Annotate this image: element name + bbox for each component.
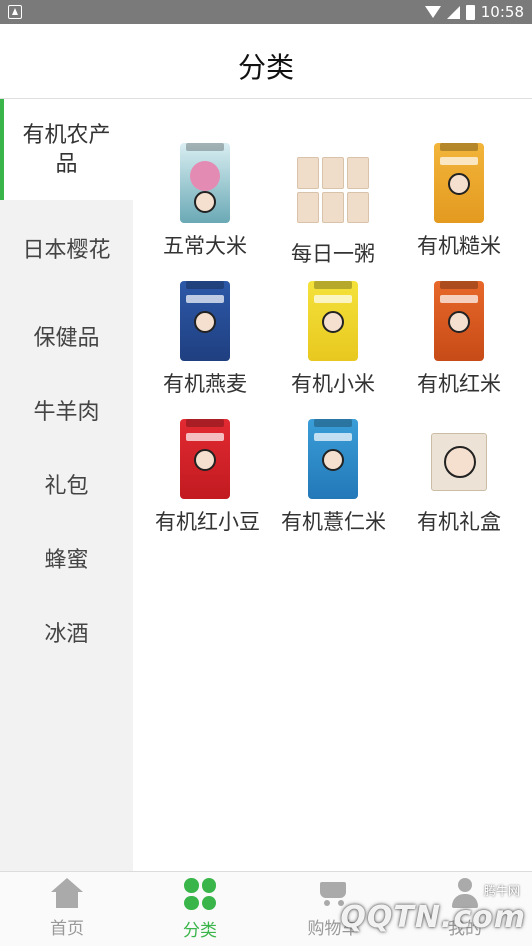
sidebar-item-sakura[interactable]: 日本樱花: [0, 200, 133, 301]
sidebar-item-label: 日本樱花: [22, 238, 111, 263]
tab-label: 我的: [448, 919, 482, 939]
product-item[interactable]: 有机红小豆: [143, 419, 267, 536]
sidebar-item-label: 蜂蜜: [44, 547, 89, 573]
user-icon: [449, 878, 481, 908]
wifi-icon: [424, 6, 441, 18]
cart-icon: [316, 878, 350, 908]
product-name: 有机燕麦: [163, 372, 247, 396]
product-name: 有机红米: [417, 372, 501, 396]
sidebar-item-icewine[interactable]: 冰酒: [0, 597, 133, 671]
tab-label: 购物车: [307, 919, 359, 939]
product-item[interactable]: 有机糙米: [397, 143, 521, 260]
product-image: [434, 143, 484, 223]
tab-home[interactable]: 首页: [22, 878, 112, 939]
sidebar-item-gift[interactable]: 礼包: [0, 449, 133, 523]
product-name: 有机小米: [291, 372, 375, 396]
product-image: [297, 157, 369, 223]
home-icon: [51, 878, 83, 908]
tab-label: 首页: [50, 919, 84, 939]
product-image: [308, 419, 358, 499]
sidebar-item-honey[interactable]: 蜂蜜: [0, 523, 133, 597]
bottom-tab-bar: 首页 分类 购物车 我的: [0, 871, 532, 946]
product-item[interactable]: 五常大米: [143, 143, 267, 260]
status-icons: 10:58: [424, 3, 524, 21]
product-item[interactable]: 有机小米: [271, 281, 395, 398]
notification-icon: [8, 5, 22, 19]
category-grid-icon: [184, 878, 216, 910]
title-bar: 分类: [0, 24, 532, 99]
product-image: [180, 143, 230, 223]
tab-cart[interactable]: 购物车: [288, 878, 378, 939]
sidebar-item-label: 礼包: [44, 473, 89, 499]
product-image: [180, 419, 230, 499]
product-image: [180, 281, 230, 361]
product-item[interactable]: 有机燕麦: [143, 281, 267, 398]
sidebar-item-organic[interactable]: 有机农产品: [0, 99, 133, 200]
product-item[interactable]: 有机礼盒: [397, 419, 521, 536]
category-sidebar: 有机农产品 日本樱花 保健品 牛羊肉 礼包 蜂蜜 冰酒: [0, 99, 133, 871]
sidebar-item-health[interactable]: 保健品: [0, 301, 133, 375]
sidebar-item-label: 冰酒: [44, 621, 89, 647]
page-title: 分类: [237, 51, 294, 84]
product-image: [308, 281, 358, 361]
status-bar: 10:58: [0, 0, 532, 24]
product-item[interactable]: 有机红米: [397, 281, 521, 398]
product-item[interactable]: 有机薏仁米: [271, 419, 395, 536]
sidebar-item-meat[interactable]: 牛羊肉: [0, 375, 133, 449]
product-name: 每日一粥: [291, 242, 375, 266]
product-item[interactable]: 每日一粥: [271, 143, 395, 268]
sidebar-item-label: 保健品: [33, 325, 100, 351]
sidebar-item-label: 牛羊肉: [33, 399, 100, 425]
product-grid: 五常大米 每日一粥 有机糙米 有机燕麦 有机小米 有机红米 有机红小豆 有机薏仁…: [133, 99, 532, 871]
product-name: 有机礼盒: [417, 510, 501, 534]
signal-icon: [446, 5, 460, 19]
product-image: [434, 281, 484, 361]
product-image: [431, 433, 487, 491]
product-name: 五常大米: [163, 234, 247, 258]
sidebar-item-label: 有机农产品: [22, 122, 111, 177]
product-name: 有机红小豆: [155, 510, 260, 534]
status-time: 10:58: [480, 3, 524, 21]
tab-category[interactable]: 分类: [155, 878, 245, 941]
battery-icon: [465, 4, 475, 20]
tab-profile[interactable]: 我的: [420, 878, 510, 939]
active-indicator: [0, 99, 4, 200]
tab-label: 分类: [183, 921, 217, 941]
product-name: 有机糙米: [417, 234, 501, 258]
product-name: 有机薏仁米: [281, 510, 386, 534]
